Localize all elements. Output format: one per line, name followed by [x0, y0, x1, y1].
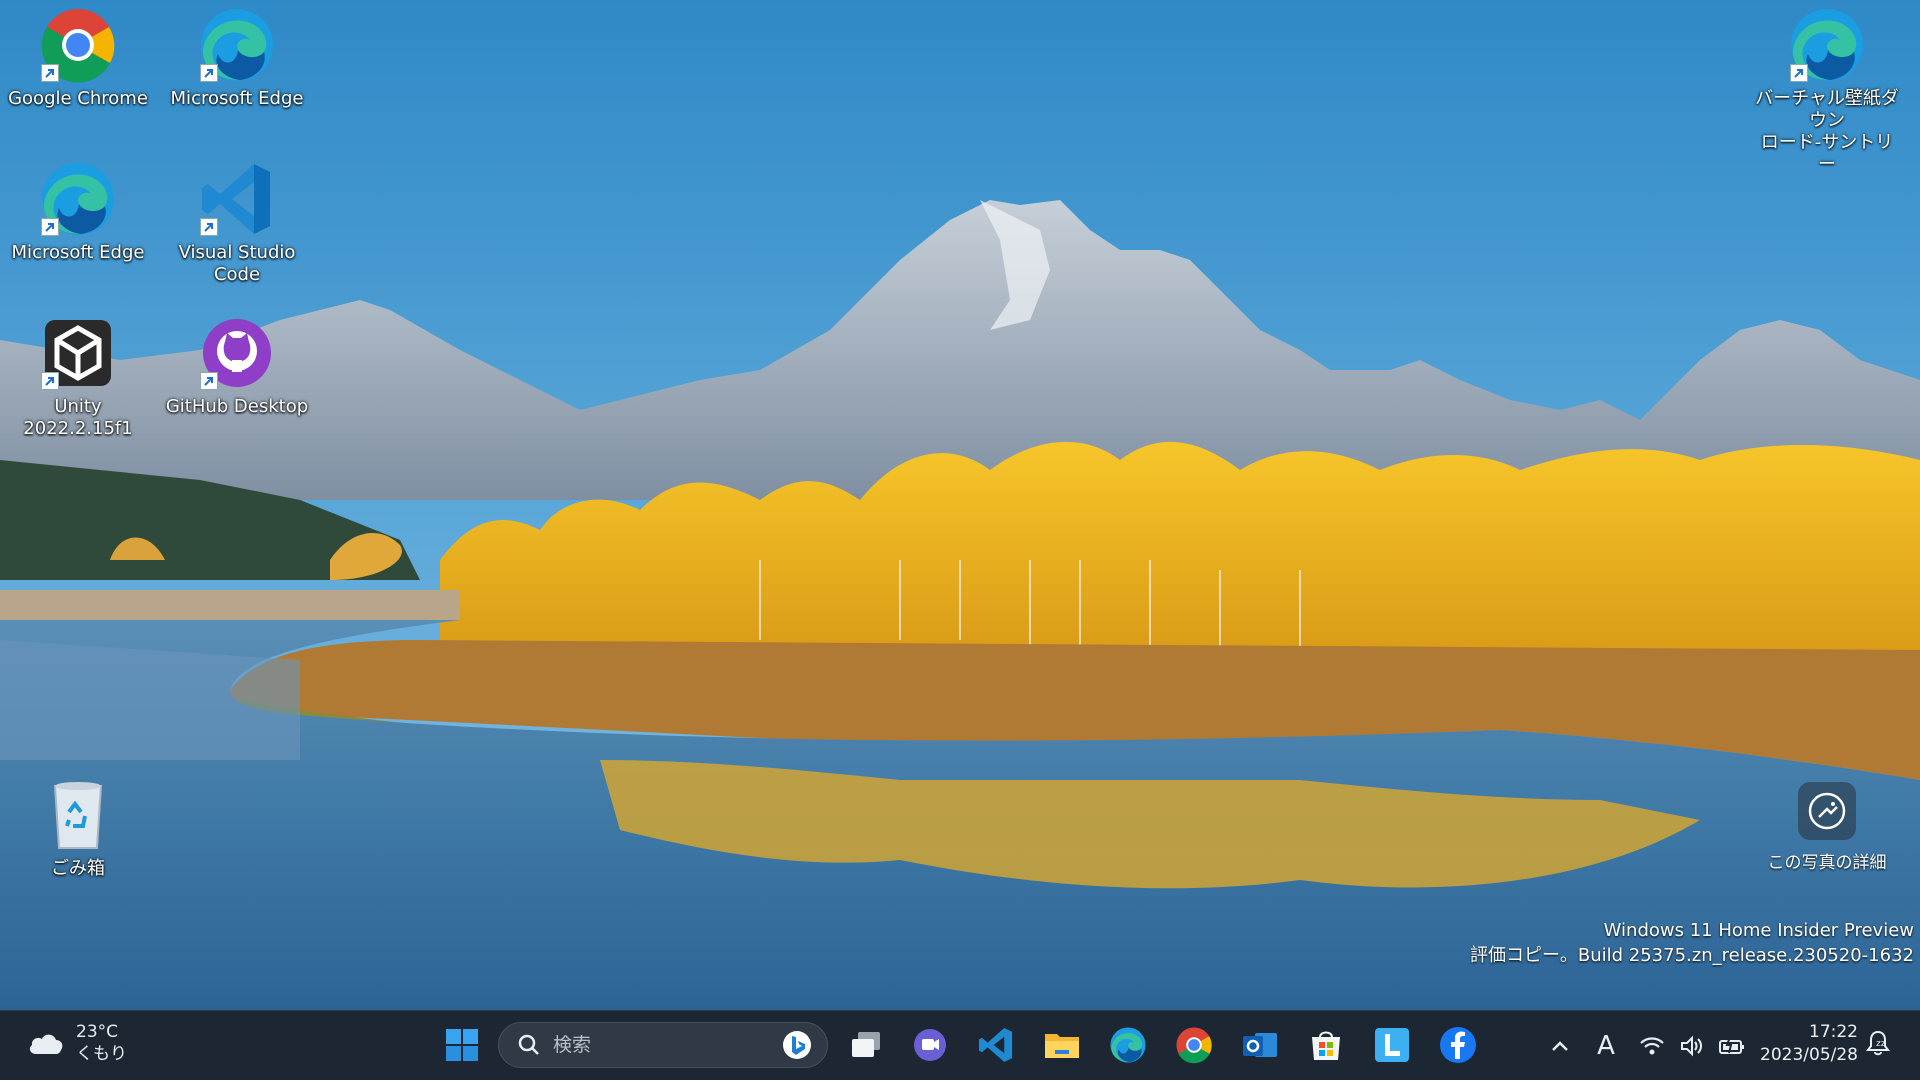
shortcut-arrow-icon: [200, 64, 218, 82]
desktop-icon-microsoft-edge[interactable]: Microsoft Edge: [162, 6, 312, 110]
shortcut-arrow-icon: [41, 218, 59, 236]
chevron-up-icon: [1552, 1041, 1568, 1051]
taskbar-file-explorer[interactable]: [1036, 1019, 1088, 1071]
battery-icon: [1719, 1036, 1744, 1054]
ime-indicator[interactable]: A: [1586, 1026, 1626, 1066]
start-icon: [446, 1029, 478, 1061]
recycle-bin-icon: [53, 782, 103, 849]
build-watermark: Windows 11 Home Insider Preview 評価コピー。Bu…: [1470, 918, 1914, 968]
teams-chat-icon: [914, 1029, 946, 1061]
desktop-icon-label: Microsoft Edge: [170, 88, 304, 109]
volume-icon: [1681, 1035, 1702, 1057]
shortcut-arrow-icon: [41, 64, 59, 82]
show-hidden-icons[interactable]: [1540, 1026, 1580, 1066]
weather-condition: くもり: [76, 1044, 127, 1064]
watermark-line2: 評価コピー。Build 25375.zn_release.230520-1632: [1470, 945, 1914, 966]
notification-bell-icon: zz: [1866, 1030, 1890, 1056]
desktop-icon-visual-studio-code[interactable]: Visual Studio Code: [162, 160, 312, 286]
desktop-icon-label: Microsoft Edge: [11, 242, 145, 263]
camera-info-icon: [1808, 792, 1846, 830]
shortcut-arrow-icon: [1790, 64, 1808, 82]
weather-temp: 23°C: [76, 1022, 119, 1042]
desktop-icon-label-line2: ロード-サントリー: [1760, 132, 1894, 175]
taskbar-outlook[interactable]: [1234, 1019, 1286, 1071]
store-icon: [1312, 1031, 1340, 1060]
notification-center-button[interactable]: zz: [1866, 1029, 1890, 1062]
desktop-icon-label: GitHub Desktop: [165, 396, 309, 417]
shortcut-arrow-icon: [200, 218, 218, 236]
line-icon: [1375, 1028, 1409, 1062]
taskbar-line[interactable]: [1366, 1019, 1418, 1071]
watermark-line1: Windows 11 Home Insider Preview: [1603, 920, 1914, 941]
search-input[interactable]: [551, 1033, 775, 1057]
taskbar: 23°C くもり 検索 A 17:22 2023/05/28 zz: [0, 1010, 1920, 1080]
edge-icon: [1110, 1027, 1146, 1063]
taskbar-vscode[interactable]: [970, 1019, 1022, 1071]
search-icon: [518, 1034, 539, 1055]
clock-time: 17:22: [1809, 1022, 1858, 1042]
taskbar-store[interactable]: [1300, 1019, 1352, 1071]
taskbar-chrome[interactable]: [1168, 1019, 1220, 1071]
system-tray: A: [1540, 1011, 1752, 1081]
taskbar-facebook[interactable]: [1432, 1019, 1484, 1071]
ime-mode: A: [1597, 1031, 1615, 1061]
taskbar-teams-chat[interactable]: [904, 1019, 956, 1071]
vscode-icon: [978, 1027, 1013, 1063]
clock-date: 2023/05/28: [1760, 1045, 1858, 1065]
desktop-icon-label: ごみ箱: [51, 858, 105, 879]
outlook-icon: [1243, 1033, 1277, 1057]
facebook-icon: [1440, 1027, 1476, 1063]
desktop-icon-virtual-wallpaper-suntory[interactable]: バーチャル壁紙ダウン ロード-サントリー: [1752, 6, 1902, 176]
desktop-icon-google-chrome[interactable]: Google Chrome: [3, 6, 153, 110]
photo-info-label: この写真の詳細: [1767, 853, 1887, 873]
desktop-icon-recycle-bin[interactable]: ごみ箱: [3, 776, 153, 880]
desktop-icon-label-line1: バーチャル壁紙ダウン: [1755, 88, 1899, 131]
chrome-icon: [1176, 1027, 1212, 1064]
desktop-icon-label: Visual Studio Code: [178, 242, 296, 285]
taskbar-edge[interactable]: [1102, 1019, 1154, 1071]
desktop-icon-microsoft-edge-2[interactable]: Microsoft Edge: [3, 160, 153, 264]
desktop-icon-unity[interactable]: Unity 2022.2.15f1: [3, 314, 153, 440]
taskbar-clock[interactable]: 17:22 2023/05/28: [1750, 1021, 1858, 1067]
weather-widget[interactable]: 23°C くもり: [26, 1021, 127, 1065]
desktop-wallpaper: [0, 0, 1920, 1010]
photo-info-button[interactable]: この写真の詳細: [1762, 782, 1892, 873]
desktop-icon-label: Google Chrome: [8, 88, 148, 109]
wifi-icon: [1640, 1037, 1664, 1055]
volume-button[interactable]: [1672, 1026, 1712, 1066]
cloud-icon: [29, 1034, 63, 1054]
desktop-icon-github-desktop[interactable]: GitHub Desktop: [162, 314, 312, 418]
taskbar-task-view[interactable]: [840, 1019, 892, 1071]
task-view-icon: [852, 1032, 880, 1057]
shortcut-arrow-icon: [200, 372, 218, 390]
start-button[interactable]: [436, 1019, 488, 1071]
taskbar-search-box[interactable]: [498, 1022, 828, 1068]
desktop-icon-label: Unity 2022.2.15f1: [23, 396, 133, 439]
network-button[interactable]: [1632, 1026, 1672, 1066]
file-explorer-icon: [1045, 1034, 1079, 1058]
svg-text:zz: zz: [1876, 1039, 1886, 1049]
bing-icon[interactable]: [781, 1029, 813, 1061]
battery-button[interactable]: [1712, 1026, 1752, 1066]
shortcut-arrow-icon: [41, 372, 59, 390]
